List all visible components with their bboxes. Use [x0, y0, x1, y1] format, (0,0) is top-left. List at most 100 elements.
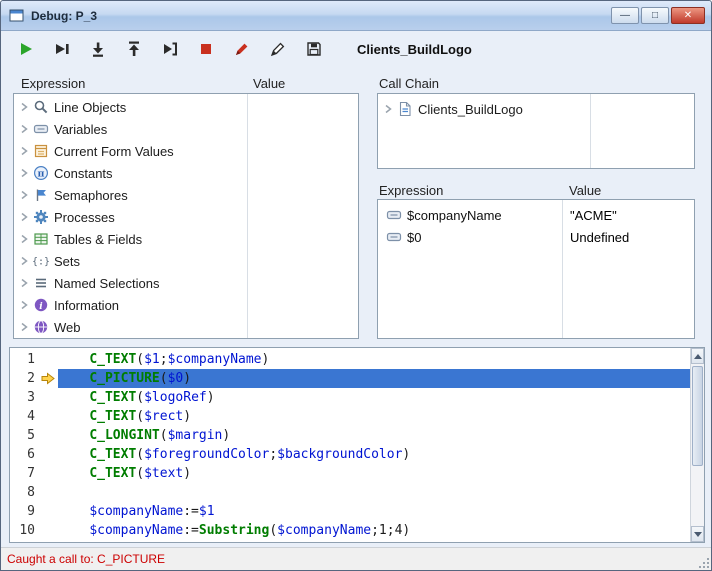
- watch-pane-column-divider[interactable]: [247, 94, 248, 338]
- call-chain-column-divider[interactable]: [590, 94, 591, 168]
- close-button[interactable]: ✕: [671, 7, 705, 24]
- chevron-right-icon[interactable]: [20, 300, 33, 310]
- code-text[interactable]: C_TEXT($foregroundColor;$backgroundColor…: [58, 445, 690, 464]
- chevron-right-icon[interactable]: [20, 278, 33, 288]
- execution-arrow-slot: [40, 426, 58, 445]
- chevron-right-icon[interactable]: [20, 212, 33, 222]
- resize-grip[interactable]: [696, 555, 710, 569]
- abort-and-edit-button[interactable]: [229, 36, 255, 62]
- scrollbar-thumb[interactable]: [692, 366, 703, 466]
- line-number[interactable]: 3: [10, 388, 40, 407]
- step-into-process-icon: [161, 40, 179, 58]
- tree-item-label: Web: [54, 320, 81, 335]
- watch-tree-item[interactable]: {:}Sets: [14, 250, 358, 272]
- edit-method-button[interactable]: [265, 36, 291, 62]
- line-number[interactable]: 7: [10, 464, 40, 483]
- chevron-right-icon[interactable]: [20, 124, 33, 134]
- line-number[interactable]: 6: [10, 445, 40, 464]
- no-trace-button[interactable]: [13, 36, 39, 62]
- titlebar[interactable]: Debug: P_3 — □ ✕: [1, 1, 711, 31]
- watch-expression-label: $0: [407, 230, 421, 245]
- watch-tree-item[interactable]: Named Selections: [14, 272, 358, 294]
- tree-item-label: Sets: [54, 254, 80, 269]
- custom-watch-pane: $companyName"ACME"$0Undefined: [377, 199, 695, 339]
- custom-watch-value-header: Value: [569, 183, 601, 198]
- maximize-button[interactable]: □: [641, 7, 669, 24]
- watch-tree-item[interactable]: Semaphores: [14, 184, 358, 206]
- tree-item-label: Current Form Values: [54, 144, 174, 159]
- table-icon: [33, 231, 49, 247]
- code-text[interactable]: C_TEXT($1;$companyName): [58, 350, 690, 369]
- chevron-right-icon[interactable]: [20, 102, 33, 112]
- code-text[interactable]: [58, 483, 690, 502]
- debugger-window: Debug: P_3 — □ ✕ Clients_BuildLogo Expre…: [0, 0, 712, 571]
- code-line: 2 C_PICTURE($0): [10, 369, 690, 388]
- line-number[interactable]: 2: [10, 369, 40, 388]
- code-text[interactable]: C_TEXT($text): [58, 464, 690, 483]
- scroll-down-arrow-icon: [694, 532, 702, 537]
- step-into-button[interactable]: [85, 36, 111, 62]
- call-chain-pane: Clients_BuildLogo: [377, 93, 695, 169]
- current-method-label: Clients_BuildLogo: [357, 42, 472, 57]
- chevron-right-icon[interactable]: [20, 234, 33, 244]
- save-settings-button[interactable]: [301, 36, 327, 62]
- watch-tree-item[interactable]: πConstants: [14, 162, 358, 184]
- line-number[interactable]: 8: [10, 483, 40, 502]
- chevron-right-icon[interactable]: [20, 322, 33, 332]
- watch-tree-item[interactable]: iInformation: [14, 294, 358, 316]
- code-text[interactable]: C_TEXT($logoRef): [58, 388, 690, 407]
- scroll-up-button[interactable]: [691, 348, 704, 364]
- step-out-button[interactable]: [121, 36, 147, 62]
- code-text[interactable]: C_PICTURE($0): [58, 369, 690, 388]
- watch-tree-item[interactable]: Current Form Values: [14, 140, 358, 162]
- maximize-icon: □: [652, 11, 658, 21]
- web-icon: [33, 319, 49, 335]
- code-text[interactable]: $companyName:=$1: [58, 502, 690, 521]
- watch-tree-item[interactable]: Processes: [14, 206, 358, 228]
- svg-text:i: i: [39, 302, 43, 312]
- window-controls: — □ ✕: [611, 7, 705, 24]
- tree-item-label: Semaphores: [54, 188, 128, 203]
- chevron-right-icon[interactable]: [20, 190, 33, 200]
- line-number[interactable]: 10: [10, 521, 40, 540]
- line-number[interactable]: 4: [10, 407, 40, 426]
- watch-tree-item[interactable]: Variables: [14, 118, 358, 140]
- call-chain-item[interactable]: Clients_BuildLogo: [378, 98, 694, 120]
- watch-expression: $0: [386, 229, 562, 245]
- code-text[interactable]: $companyName:=Substring($companyName;1;4…: [58, 521, 690, 540]
- status-message: Caught a call to: C_PICTURE: [7, 552, 165, 566]
- abort-button[interactable]: [193, 36, 219, 62]
- code-text[interactable]: C_TEXT($rect): [58, 407, 690, 426]
- step-over-button[interactable]: [49, 36, 75, 62]
- code-line: 1 C_TEXT($1;$companyName): [10, 350, 690, 369]
- execution-arrow-slot: [40, 445, 58, 464]
- tree-item-label: Constants: [54, 166, 113, 181]
- chevron-right-icon[interactable]: [20, 146, 33, 156]
- close-icon: ✕: [684, 11, 692, 21]
- custom-watch-column-divider[interactable]: [562, 200, 563, 338]
- form-icon: [33, 143, 49, 159]
- line-number[interactable]: 9: [10, 502, 40, 521]
- execution-arrow-slot: [40, 350, 58, 369]
- watch-tree-item[interactable]: Line Objects: [14, 96, 358, 118]
- chevron-right-icon[interactable]: [384, 104, 397, 114]
- execution-arrow-slot: [40, 388, 58, 407]
- step-into-icon: [89, 40, 107, 58]
- code-editor: 1 C_TEXT($1;$companyName)2 C_PICTURE($0)…: [9, 347, 705, 543]
- info-icon: i: [33, 297, 49, 313]
- code-vertical-scrollbar[interactable]: [690, 348, 704, 542]
- line-number[interactable]: 5: [10, 426, 40, 445]
- watch-tree-item[interactable]: Tables & Fields: [14, 228, 358, 250]
- watch-tree-item[interactable]: Web: [14, 316, 358, 338]
- scroll-down-button[interactable]: [691, 526, 704, 542]
- watch-row[interactable]: $0Undefined: [378, 226, 694, 248]
- line-number[interactable]: 1: [10, 350, 40, 369]
- chevron-right-icon[interactable]: [20, 256, 33, 266]
- execution-arrow-icon: [41, 372, 55, 385]
- chevron-right-icon[interactable]: [20, 168, 33, 178]
- watch-row[interactable]: $companyName"ACME": [378, 204, 694, 226]
- code-text[interactable]: C_LONGINT($margin): [58, 426, 690, 445]
- tree-item-label: Line Objects: [54, 100, 126, 115]
- minimize-button[interactable]: —: [611, 7, 639, 24]
- step-into-process-button[interactable]: [157, 36, 183, 62]
